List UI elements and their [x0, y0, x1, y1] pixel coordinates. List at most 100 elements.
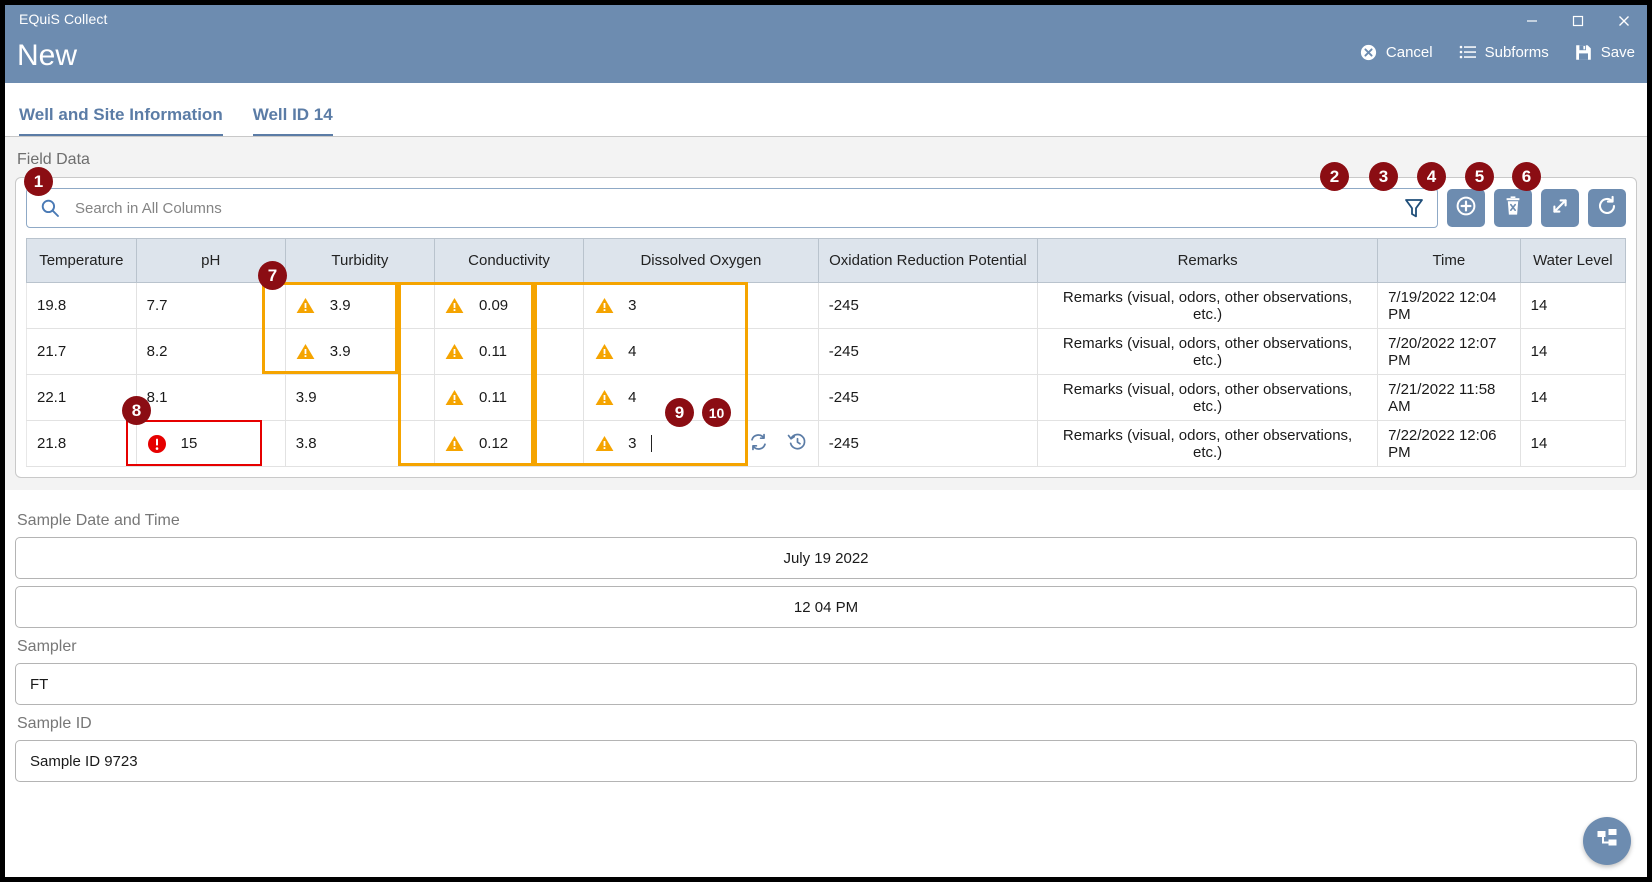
cell-turbidity[interactable]: 3.9: [284, 328, 435, 375]
cell-dissolved-oxygen[interactable]: 3: [583, 420, 819, 467]
cell-turbidity[interactable]: 3.8: [284, 420, 435, 467]
cell-temperature[interactable]: 19.8: [26, 282, 137, 329]
column-header-turbidity[interactable]: Turbidity: [284, 238, 435, 283]
sample-date-field[interactable]: July 19 2022: [15, 537, 1637, 579]
column-header-remarks[interactable]: Remarks: [1037, 238, 1379, 283]
cell-conductivity[interactable]: 0.11: [433, 328, 585, 375]
callout-badge-6: 6: [1512, 162, 1541, 191]
cell-value: 0.11: [478, 389, 508, 406]
cell-remarks[interactable]: Remarks (visual, odors, other observatio…: [1037, 374, 1379, 421]
cell-orp[interactable]: -245: [817, 420, 1039, 467]
subforms-fab-button[interactable]: [1583, 817, 1631, 865]
cell-dissolved-oxygen[interactable]: 4: [583, 374, 819, 421]
table-row[interactable]: 21.8 15 3.8 0.12 3 -245 Remarks (visual,…: [26, 420, 1627, 467]
tab-well-id-14[interactable]: Well ID 14: [252, 105, 333, 136]
delete-row-button[interactable]: [1494, 189, 1532, 227]
funnel-icon[interactable]: [1401, 195, 1427, 221]
history-clock-icon[interactable]: [787, 431, 808, 456]
cell-remarks[interactable]: Remarks (visual, odors, other observatio…: [1037, 420, 1379, 467]
cell-temperature[interactable]: 21.8: [26, 420, 137, 467]
column-header-water-level[interactable]: Water Level: [1519, 238, 1627, 283]
subforms-button[interactable]: Subforms: [1459, 43, 1549, 61]
callout-badge-1: 1: [24, 167, 53, 196]
tab-strip: Well and Site Information Well ID 14: [5, 83, 1647, 137]
refresh-icon: [1596, 195, 1618, 222]
cell-time[interactable]: 7/21/2022 11:58 AM: [1377, 374, 1521, 421]
cell-dissolved-oxygen[interactable]: 3: [583, 282, 819, 329]
table-row[interactable]: 19.8 7.7 3.9 0.09 3 -245 Remarks (visual…: [26, 282, 1627, 329]
column-header-oxidation-reduction-potential[interactable]: Oxidation Reduction Potential: [817, 238, 1039, 283]
table-row[interactable]: 22.1 8.1 3.9 0.11 4 -245 Remarks (visual…: [26, 374, 1627, 421]
cell-orp[interactable]: -245: [817, 282, 1039, 329]
add-row-button[interactable]: [1447, 189, 1485, 227]
cell-value: 4: [628, 389, 637, 406]
column-header-time[interactable]: Time: [1377, 238, 1521, 283]
search-box[interactable]: [26, 188, 1438, 228]
cell-value: 3: [628, 435, 637, 452]
cell-time[interactable]: 7/20/2022 12:07 PM: [1377, 328, 1521, 375]
cell-value: 0.09: [478, 297, 509, 314]
sample-datetime-label: Sample Date and Time: [17, 512, 180, 529]
save-button[interactable]: Save: [1575, 43, 1635, 61]
cell-turbidity[interactable]: 3.9: [284, 374, 435, 421]
callout-badge-2: 2: [1320, 162, 1349, 191]
maximize-icon[interactable]: [1555, 5, 1601, 37]
cell-time[interactable]: 7/22/2022 12:06 PM: [1377, 420, 1521, 467]
cancel-circle-icon: [1360, 43, 1378, 61]
field-data-grid-panel: Temperature pH Turbidity Conductivity Di…: [15, 177, 1637, 478]
minimize-icon[interactable]: [1509, 5, 1555, 37]
cell-time[interactable]: 7/19/2022 12:04 PM: [1377, 282, 1521, 329]
warning-icon: [594, 388, 614, 408]
reset-value-icon[interactable]: [748, 431, 769, 456]
column-header-conductivity[interactable]: Conductivity: [433, 238, 585, 283]
cell-orp[interactable]: -245: [817, 328, 1039, 375]
column-header-dissolved-oxygen[interactable]: Dissolved Oxygen: [583, 238, 819, 283]
refresh-button[interactable]: [1588, 189, 1626, 227]
callout-badge-3: 3: [1369, 162, 1398, 191]
window-controls: [1509, 5, 1647, 37]
cell-dissolved-oxygen[interactable]: 4: [583, 328, 819, 375]
cell-remarks[interactable]: Remarks (visual, odors, other observatio…: [1037, 282, 1379, 329]
warning-icon: [594, 434, 614, 454]
table-row[interactable]: 21.7 8.2 3.9 0.11 4 -245 Remarks (visual…: [26, 328, 1627, 375]
cell-ph[interactable]: 15: [135, 420, 286, 467]
expand-button[interactable]: [1541, 189, 1579, 227]
cell-water-level[interactable]: 14: [1519, 374, 1627, 421]
warning-icon: [445, 296, 465, 316]
subforms-label: Subforms: [1484, 43, 1549, 61]
sample-details-form: Sample Date and Time July 19 2022 12 04 …: [5, 490, 1647, 782]
sample-id-field[interactable]: Sample ID 9723: [15, 740, 1637, 782]
cell-value: 4: [628, 343, 637, 360]
close-icon[interactable]: [1601, 5, 1647, 37]
cell-ph[interactable]: 8.2: [135, 328, 286, 375]
cell-water-level[interactable]: 14: [1519, 328, 1627, 375]
cell-water-level[interactable]: 14: [1519, 282, 1627, 329]
search-input[interactable]: [61, 198, 1401, 218]
cell-temperature[interactable]: 22.1: [26, 374, 137, 421]
cell-ph[interactable]: 7.7: [135, 282, 286, 329]
cell-conductivity[interactable]: 0.09: [433, 282, 585, 329]
sampler-label: Sampler: [17, 638, 77, 655]
cell-water-level[interactable]: 14: [1519, 420, 1627, 467]
cell-value: 0.12: [478, 435, 509, 452]
save-label: Save: [1600, 43, 1635, 61]
column-header-temperature[interactable]: Temperature: [26, 238, 137, 283]
tab-well-and-site-information[interactable]: Well and Site Information: [19, 105, 223, 136]
field-data-section: Field Data Search in All Columns Tempera…: [5, 137, 1647, 490]
table-body: 19.8 7.7 3.9 0.09 3 -245 Remarks (visual…: [26, 282, 1627, 467]
cell-temperature[interactable]: 21.7: [26, 328, 137, 375]
callout-badge-9: 9: [665, 398, 694, 427]
cell-remarks[interactable]: Remarks (visual, odors, other observatio…: [1037, 328, 1379, 375]
cell-turbidity[interactable]: 3.9: [284, 282, 435, 329]
sampler-field[interactable]: FT: [15, 663, 1637, 705]
cell-value: 15: [180, 435, 198, 452]
sample-time-field[interactable]: 12 04 PM: [15, 586, 1637, 628]
screenshot-root: EQuiS Collect New Cancel Subforms Save W…: [0, 0, 1652, 882]
cell-conductivity[interactable]: 0.11: [433, 374, 585, 421]
cell-orp[interactable]: -245: [817, 374, 1039, 421]
cancel-button[interactable]: Cancel: [1360, 43, 1433, 61]
warning-icon: [445, 342, 465, 362]
cell-ph[interactable]: 8.1: [135, 374, 286, 421]
plus-circle-icon: [1455, 195, 1477, 222]
cell-conductivity[interactable]: 0.12: [433, 420, 585, 467]
